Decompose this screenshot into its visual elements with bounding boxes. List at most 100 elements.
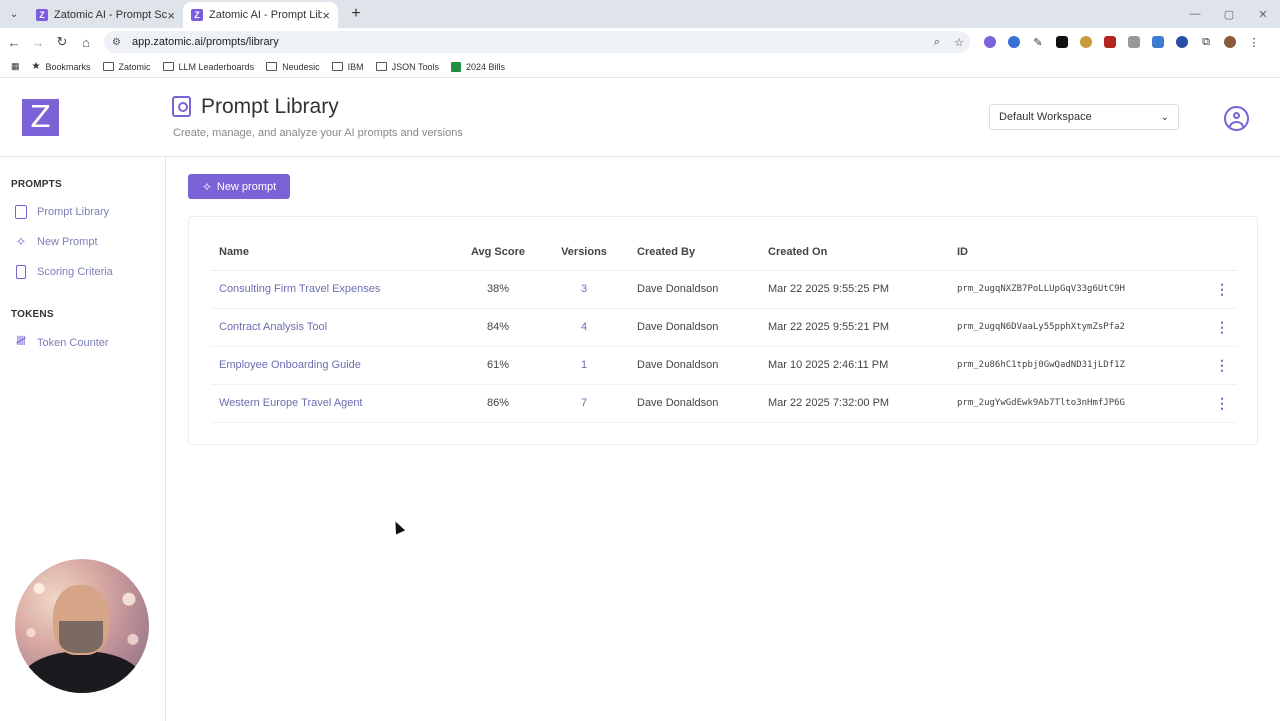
bookmark-ibm[interactable]: IBM [331,61,364,72]
prompt-name-link[interactable]: Employee Onboarding Guide [211,346,457,385]
bookmarks-bar: ▦ ★ Bookmarks Zatomic LLM Leaderboards Ne… [0,56,1280,78]
extensions-puzzle-icon[interactable]: ⧉ [1194,34,1218,50]
row-actions-menu-icon[interactable]: ⋮ [1189,270,1237,309]
user-account-icon[interactable] [1224,106,1249,131]
row-actions-menu-icon[interactable]: ⋮ [1189,308,1237,347]
profile-avatar-icon[interactable] [1218,34,1242,50]
folder-icon [162,62,174,71]
extension-password-icon[interactable] [1170,34,1194,50]
sidebar-item-label: Scoring Criteria [37,266,113,278]
new-tab-icon[interactable]: + [344,2,368,26]
bookmark-label: 2024 Bills [465,61,506,72]
sidebar-item-token-counter[interactable]: 𝍸 Token Counter [13,333,109,352]
created-by: Dave Donaldson [629,384,760,423]
bookmark-2024-bills[interactable]: 2024 Bills [450,61,506,72]
library-icon [13,204,29,220]
forward-icon[interactable]: → [26,35,50,50]
close-tab-icon[interactable]: × [322,8,330,23]
close-tab-icon[interactable]: × [167,8,175,23]
versions-link[interactable]: 3 [531,270,629,309]
browser-tab-scoring[interactable]: Z Zatomic AI - Prompt Scoring × [28,2,183,28]
prompt-id: prm_2u86hC1tpbj0GwQadND31jLDf1Z [949,346,1189,385]
back-icon[interactable]: ← [2,35,26,50]
folder-icon [102,62,114,71]
avg-score: 86% [457,384,531,423]
close-window-icon[interactable]: ✕ [1246,8,1280,21]
sidebar-item-label: Token Counter [37,337,109,349]
tab-search-chevron-icon[interactable]: ⌄ [4,4,24,24]
prompt-id: prm_2ugqNXZB7PoLLUpGqV33g6UtC9H [949,270,1189,309]
created-by: Dave Donaldson [629,346,760,385]
extension-swirl-icon[interactable] [1002,34,1026,50]
extension-gear-icon[interactable] [978,34,1002,50]
sparkle-icon: ✧ [201,179,212,194]
bookmark-label: JSON Tools [391,61,439,72]
extension-cookie-icon[interactable] [1074,34,1098,50]
reload-icon[interactable]: ↻ [50,34,74,50]
table-row: Employee Onboarding Guide 61% 1 Dave Don… [211,346,1237,385]
chevron-down-icon: ⌄ [1160,111,1169,123]
bookmark-label: IBM [347,61,364,72]
bookmark-json-tools[interactable]: JSON Tools [375,61,439,72]
avg-score: 84% [457,308,531,347]
sheets-icon [450,61,461,72]
bookmark-bookmarks[interactable]: ★ Bookmarks [32,61,91,72]
window-controls: — ▢ ✕ [1178,0,1280,28]
prompt-name-link[interactable]: Consulting Firm Travel Expenses [211,270,457,309]
column-header-id[interactable]: ID [949,235,1189,271]
workspace-select[interactable]: Default Workspace ⌄ [989,104,1179,130]
home-icon[interactable]: ⌂ [74,35,98,50]
column-header-name[interactable]: Name [211,235,457,271]
main-content: ✧ New prompt Name Avg Score Versions Cre… [166,157,1280,721]
zatomic-favicon-icon: Z [191,9,203,21]
sidebar-item-new-prompt[interactable]: ✧ New Prompt [13,233,98,251]
zoom-icon[interactable]: ⌕ [926,36,948,49]
column-header-versions[interactable]: Versions [531,235,629,271]
zatomic-favicon-icon: Z [36,9,48,21]
new-prompt-button[interactable]: ✧ New prompt [188,174,290,199]
address-bar[interactable]: ⚙ app.zatomic.ai/prompts/library ⌕ ☆ [104,31,970,53]
versions-link[interactable]: 1 [531,346,629,385]
star-icon: ★ [31,61,41,72]
bookmark-llm-leaderboards[interactable]: LLM Leaderboards [162,62,254,72]
tab-title: Zatomic AI - Prompt Scoring [54,9,168,21]
row-actions-menu-icon[interactable]: ⋮ [1189,346,1237,385]
prompts-table-panel: Name Avg Score Versions Created By Creat… [188,216,1258,445]
bookmark-neudesic[interactable]: Neudesic [266,62,320,72]
bookmark-star-icon[interactable]: ☆ [948,36,970,49]
minimize-icon[interactable]: — [1178,8,1212,20]
folder-icon [375,62,387,71]
bookmark-label: Bookmarks [45,61,91,72]
prompt-library-icon [172,96,191,117]
extension-notion-icon[interactable] [1050,34,1074,50]
versions-link[interactable]: 4 [531,308,629,347]
browser-menu-icon[interactable]: ⋮ [1242,34,1266,50]
sidebar-item-scoring-criteria[interactable]: Scoring Criteria [13,263,113,281]
column-header-created-on[interactable]: Created On [760,235,949,271]
extension-camera-icon[interactable] [1122,34,1146,50]
column-header-avg-score[interactable]: Avg Score [457,235,531,271]
browser-tab-library[interactable]: Z Zatomic AI - Prompt Library × [183,2,338,28]
avg-score: 61% [457,346,531,385]
sidebar: PROMPTS Prompt Library ✧ New Prompt Scor… [0,157,166,721]
maximize-icon[interactable]: ▢ [1212,8,1246,21]
extension-shield-icon[interactable] [1098,34,1122,50]
versions-link[interactable]: 7 [531,384,629,423]
zatomic-logo[interactable]: Z [22,99,59,136]
apps-grid-icon[interactable]: ▦ [11,61,20,72]
column-header-actions [1189,235,1237,271]
bookmark-zatomic[interactable]: Zatomic [102,62,151,72]
folder-icon [266,62,278,71]
extension-screenshot-icon[interactable] [1146,34,1170,50]
prompt-name-link[interactable]: Western Europe Travel Agent [211,384,457,423]
prompt-name-link[interactable]: Contract Analysis Tool [211,308,457,347]
workspace-value: Default Workspace [999,111,1092,123]
column-header-created-by[interactable]: Created By [629,235,760,271]
row-actions-menu-icon[interactable]: ⋮ [1189,384,1237,423]
created-on: Mar 22 2025 7:32:00 PM [760,384,949,423]
extension-pen-icon[interactable]: ✎ [1026,34,1050,50]
sidebar-item-prompt-library[interactable]: Prompt Library [13,203,109,221]
site-info-icon[interactable]: ⚙ [112,37,126,48]
url-text[interactable]: app.zatomic.ai/prompts/library [132,36,926,48]
created-by: Dave Donaldson [629,270,760,309]
